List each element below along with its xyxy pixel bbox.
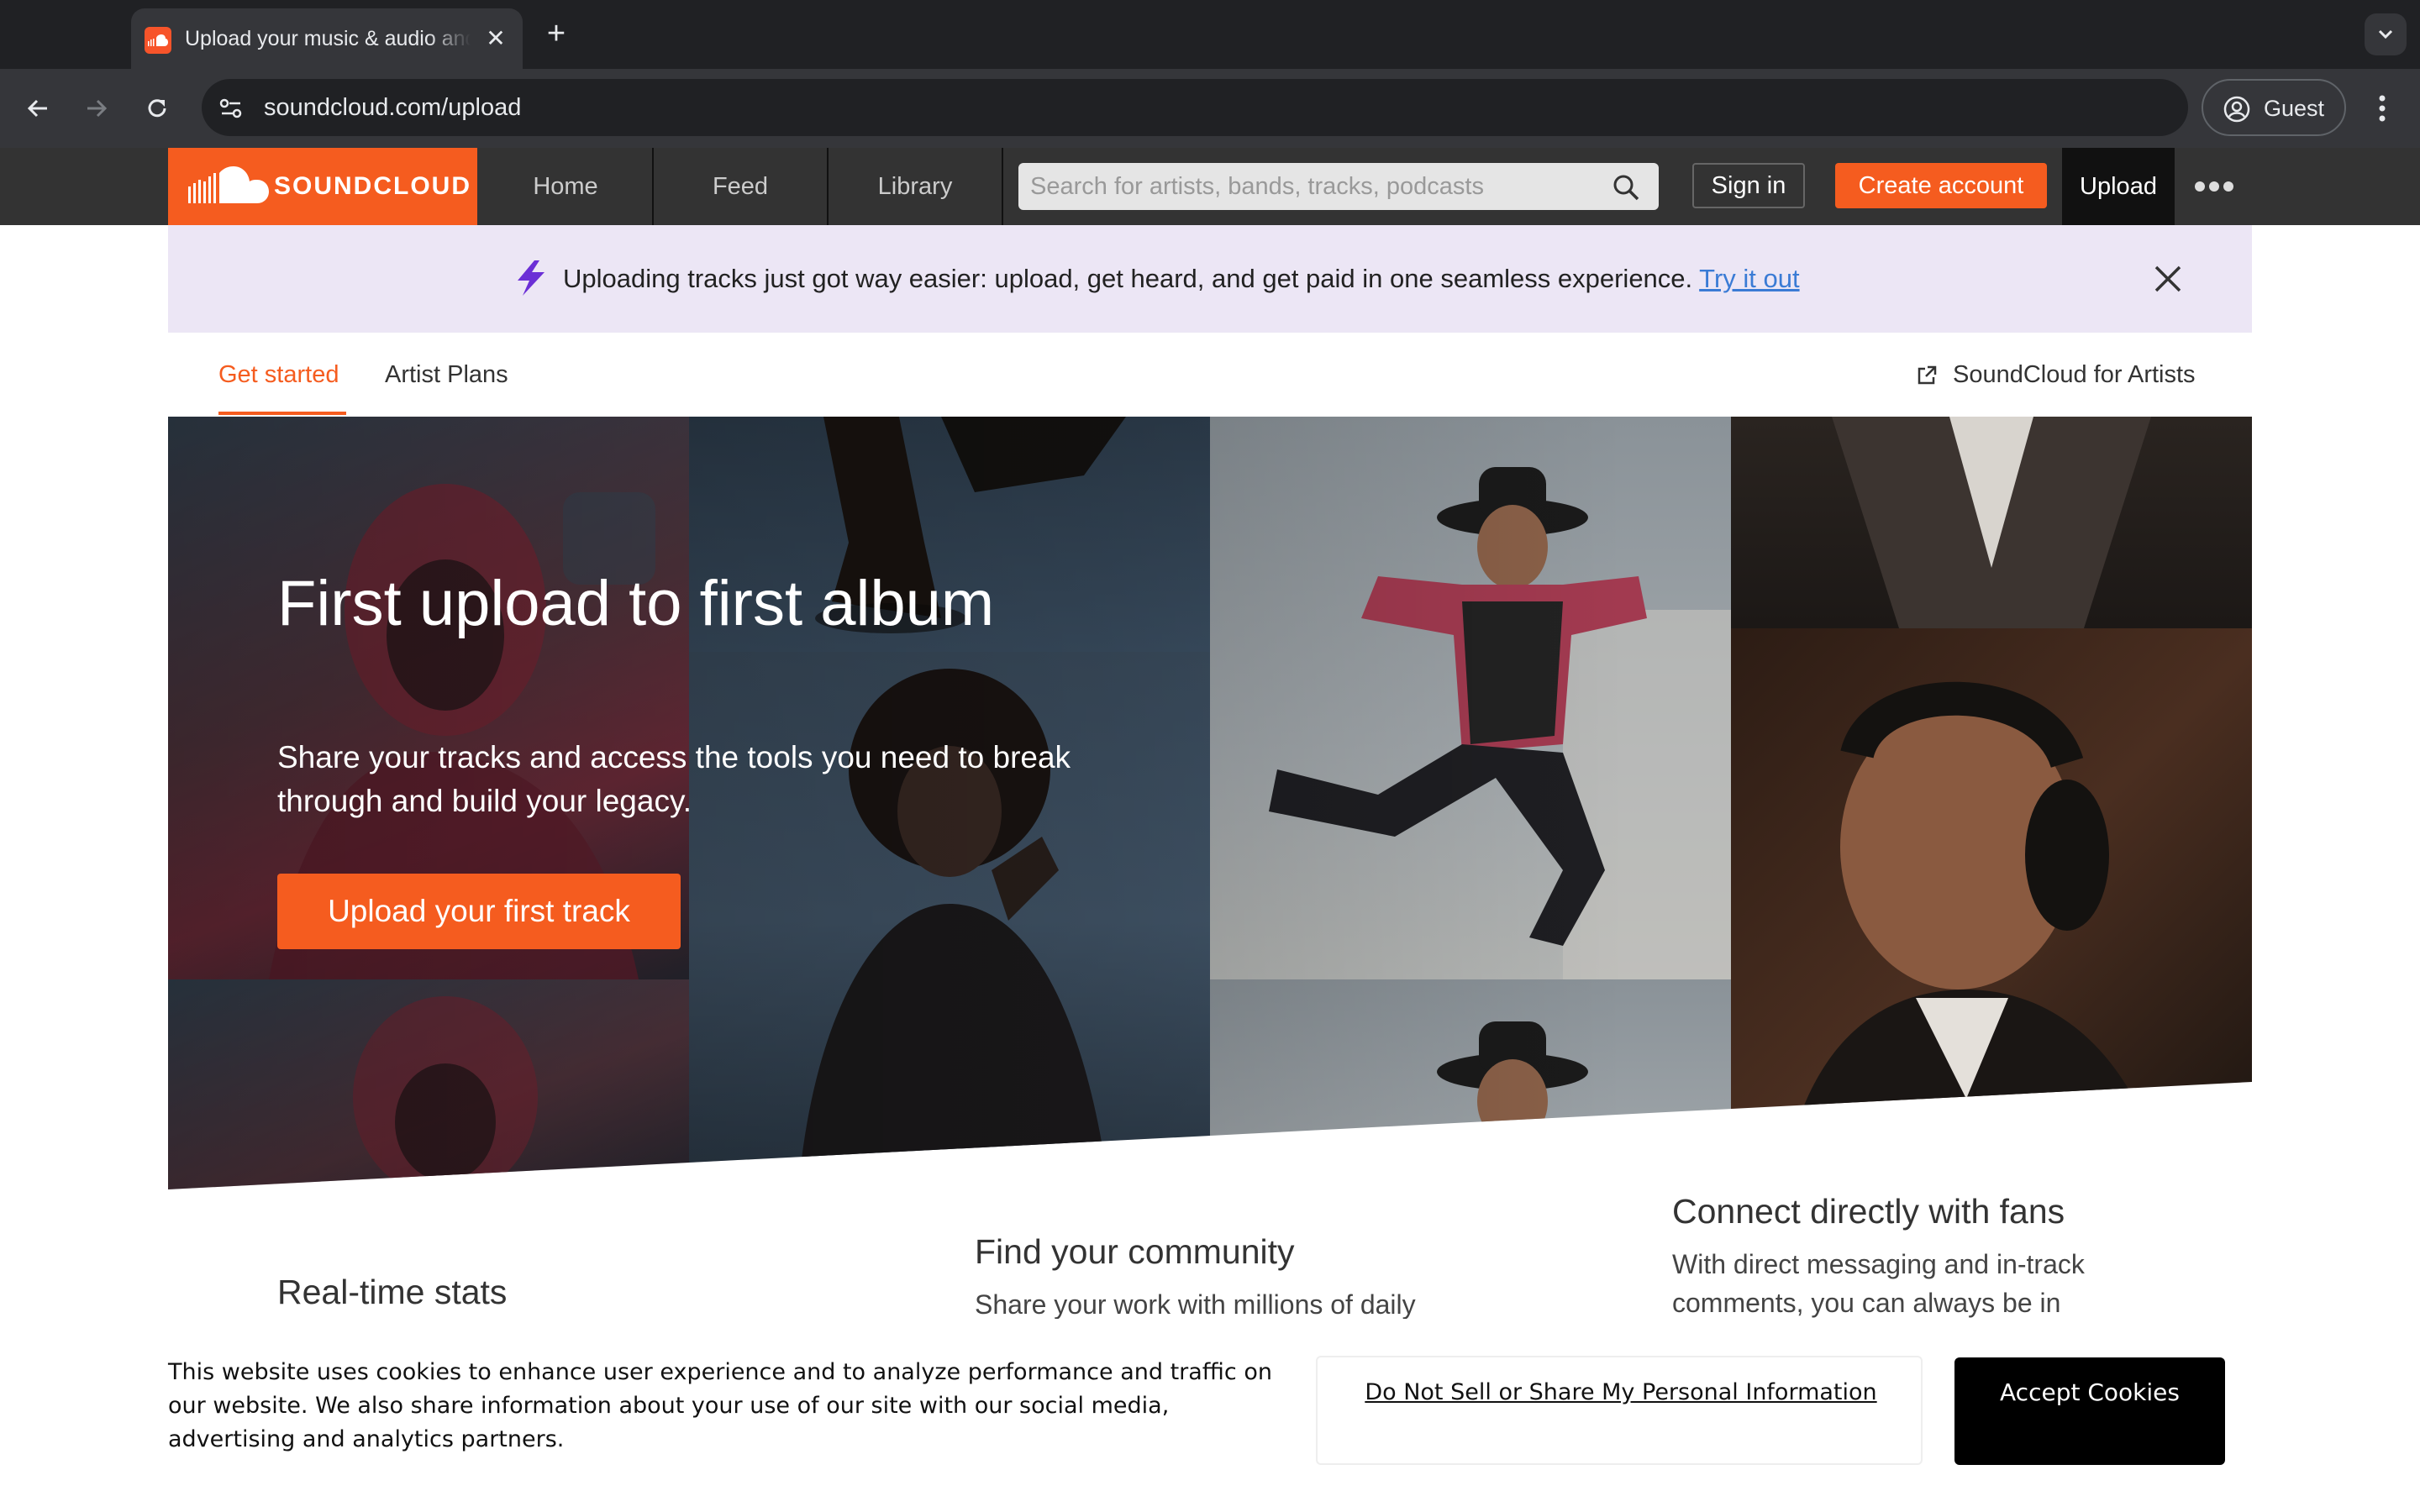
- accept-cookies-label: Accept Cookies: [2000, 1378, 2180, 1406]
- tab-title: Upload your music & audio and share it w…: [185, 27, 471, 50]
- soundcloud-cloud-icon: [188, 166, 269, 203]
- guest-profile-button[interactable]: Guest: [2202, 79, 2346, 136]
- do-not-sell-label: Do Not Sell or Share My Personal Informa…: [1365, 1379, 1877, 1405]
- sign-in-button[interactable]: Sign in: [1692, 163, 1805, 208]
- reload-button[interactable]: [138, 89, 176, 128]
- browser-tab-bar: Upload your music & audio and share it w…: [0, 0, 2420, 69]
- do-not-sell-button[interactable]: Do Not Sell or Share My Personal Informa…: [1316, 1356, 1923, 1465]
- external-link-icon: [1918, 365, 1937, 385]
- forward-button[interactable]: [77, 89, 116, 128]
- new-tab-button[interactable]: +: [541, 17, 571, 50]
- announcement-banner: Uploading tracks just got way easier: up…: [168, 225, 2252, 333]
- nav-feed[interactable]: Feed: [654, 148, 829, 225]
- tab-get-started[interactable]: Get started: [218, 358, 339, 391]
- soundcloud-for-artists-link[interactable]: SoundCloud for Artists: [1916, 358, 2196, 391]
- soundcloud-logo[interactable]: SOUNDCLOUD: [168, 148, 477, 225]
- banner-text: Uploading tracks just got way easier: up…: [563, 264, 1693, 293]
- search-input[interactable]: Search for artists, bands, tracks, podca…: [1018, 163, 1659, 210]
- upload-subnav: Get started Artist Plans SoundCloud for …: [168, 333, 2252, 417]
- logo-text: SOUNDCLOUD: [274, 172, 471, 200]
- accept-cookies-button[interactable]: Accept Cookies: [1954, 1357, 2225, 1465]
- feature-body-connect-fans: With direct messaging and in-track comme…: [1672, 1249, 2085, 1318]
- reload-icon: [148, 99, 166, 118]
- nav-library[interactable]: Library: [829, 148, 1003, 225]
- arrow-right-icon: [87, 99, 108, 118]
- browser-tab[interactable]: Upload your music & audio and share it w…: [131, 8, 523, 69]
- upload-first-track-button[interactable]: Upload your first track: [277, 874, 681, 949]
- more-options-icon[interactable]: [2193, 170, 2235, 203]
- upload-nav-button[interactable]: Upload: [2062, 148, 2175, 225]
- search-placeholder: Search for artists, bands, tracks, podca…: [1030, 173, 1484, 200]
- chevron-down-icon: [2378, 29, 2393, 39]
- close-icon[interactable]: [2151, 262, 2185, 296]
- tab-search-button[interactable]: [2365, 13, 2407, 55]
- browser-menu-icon[interactable]: [2368, 89, 2396, 128]
- arrow-left-icon: [27, 99, 47, 118]
- active-tab-indicator: [218, 412, 346, 415]
- feature-title-find-community: Find your community: [975, 1232, 1295, 1271]
- cookie-message: This website uses cookies to enhance use…: [168, 1359, 1272, 1452]
- soundcloud-favicon-icon: [145, 27, 171, 54]
- browser-toolbar: soundcloud.com/upload Guest: [0, 69, 2420, 148]
- nav-home[interactable]: Home: [479, 148, 654, 225]
- url-text: soundcloud.com/upload: [264, 94, 522, 121]
- feature-title-real-time-stats: Real-time stats: [277, 1273, 508, 1311]
- profile-icon: [2223, 96, 2250, 123]
- feature-body-find-community: Share your work with millions of daily: [975, 1289, 1416, 1319]
- tab-close-icon[interactable]: ✕: [482, 25, 509, 52]
- cookie-consent-bar: This website uses cookies to enhance use…: [0, 1331, 2420, 1512]
- search-icon[interactable]: [1612, 173, 1640, 202]
- address-bar[interactable]: soundcloud.com/upload: [202, 79, 2188, 136]
- guest-label: Guest: [2264, 96, 2325, 121]
- lightning-icon: [518, 260, 544, 296]
- hero-title: First upload to first album: [277, 568, 995, 639]
- hero-subtitle: Share your tracks and access the tools y…: [277, 740, 1071, 818]
- site-settings-icon[interactable]: [217, 94, 245, 123]
- site-header: SOUNDCLOUD Home Feed Library Search for …: [0, 148, 2420, 225]
- tab-artist-plans[interactable]: Artist Plans: [385, 358, 508, 391]
- back-button[interactable]: [18, 89, 57, 128]
- try-it-out-link[interactable]: Try it out: [1699, 264, 1799, 293]
- create-account-button[interactable]: Create account: [1835, 163, 2047, 208]
- artists-link-label: SoundCloud for Artists: [1953, 361, 2196, 388]
- feature-title-connect-fans: Connect directly with fans: [1672, 1192, 2065, 1231]
- banner-message: Uploading tracks just got way easier: up…: [563, 262, 1800, 296]
- hero-section: First upload to first album Share your t…: [168, 417, 2252, 1189]
